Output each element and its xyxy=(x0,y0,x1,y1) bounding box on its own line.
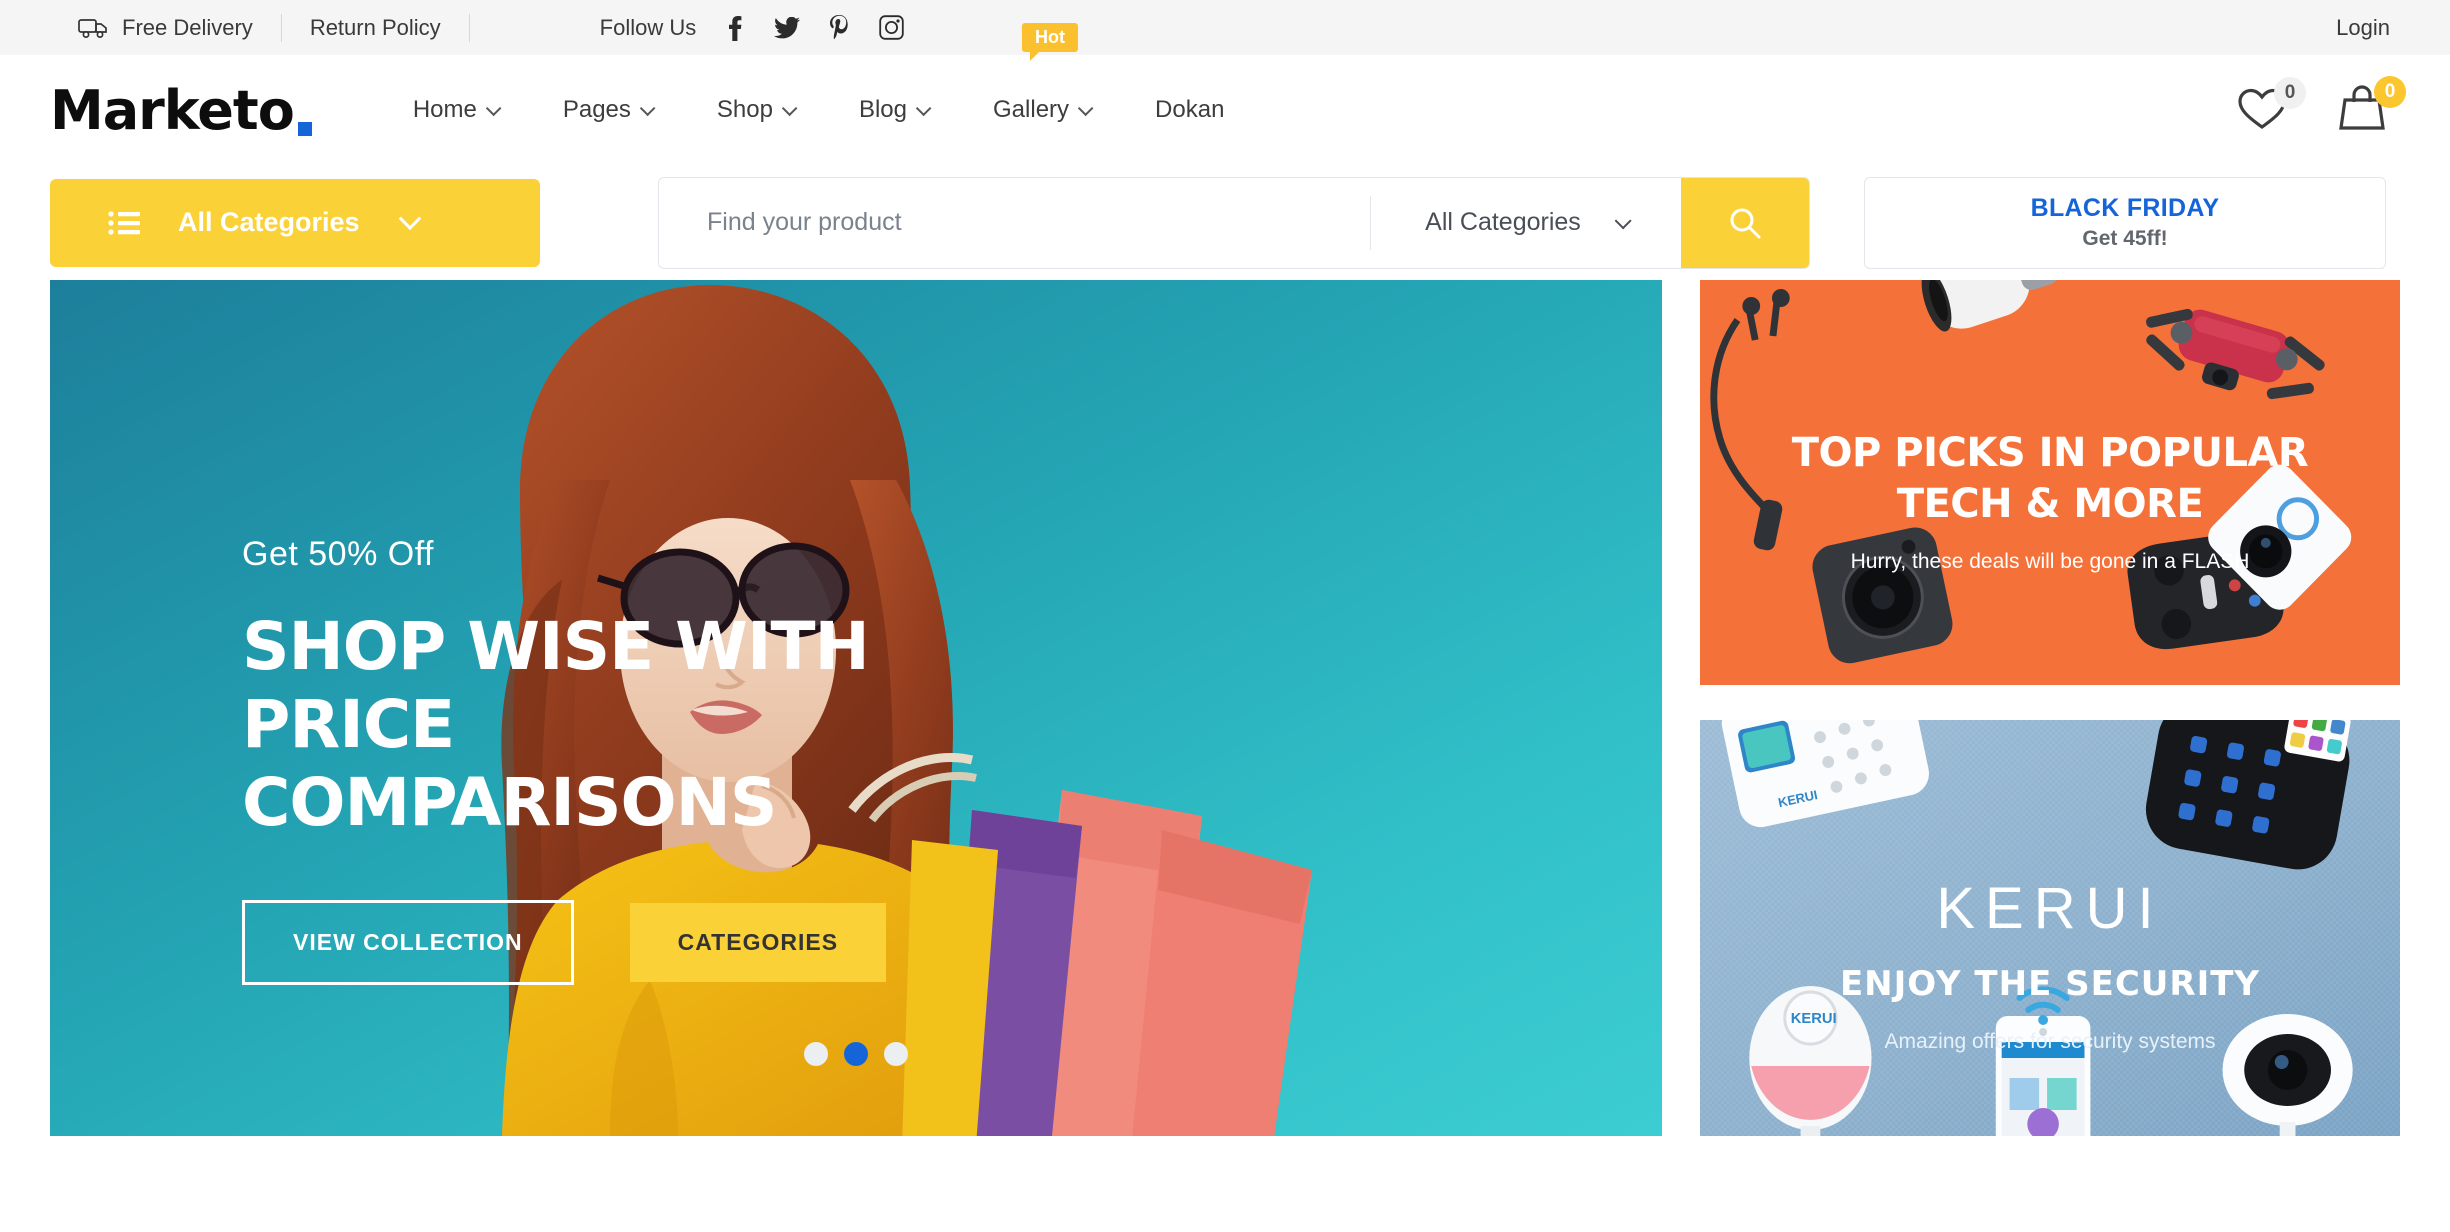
header-actions: 0 0 xyxy=(2236,75,2406,137)
login-link[interactable]: Login xyxy=(2336,15,2400,41)
categories-button[interactable]: CATEGORIES xyxy=(629,902,887,982)
instagram-icon[interactable] xyxy=(878,13,904,43)
nav-label: Pages xyxy=(562,96,631,123)
right-promo-column: TOP PICKS IN POPULAR TECH & MORE Hurry, … xyxy=(1700,280,2400,1136)
view-collection-button[interactable]: VIEW COLLECTION xyxy=(242,899,574,985)
slider-dot-1[interactable] xyxy=(804,1042,828,1066)
content-area: Get 50% Off SHOP WISE WITH PRICE COMPARI… xyxy=(0,280,2450,1136)
divider xyxy=(468,13,470,42)
tech-subtitle: Hurry, these deals will be gone in a FLA… xyxy=(1850,550,2250,574)
all-categories-button[interactable]: All Categories xyxy=(50,178,540,267)
kerui-brand: KERUI xyxy=(1936,876,2164,941)
follow-us-label: Follow Us xyxy=(599,14,697,40)
search-category-select[interactable]: All Categories xyxy=(1371,178,1681,268)
return-policy-label: Return Policy xyxy=(309,14,441,40)
logo-accent-dot xyxy=(297,121,312,136)
nav-label: Shop xyxy=(716,96,773,123)
hero-kicker: Get 50% Off xyxy=(242,535,434,573)
follow-us-group: Follow Us xyxy=(600,13,905,43)
wishlist-button[interactable]: 0 xyxy=(2236,76,2306,136)
chevron-down-icon xyxy=(1614,211,1632,229)
search-submit-button[interactable] xyxy=(1681,177,1809,268)
chevron-down-icon xyxy=(485,100,502,116)
main-navigation: Home Pages Shop Blog Hot Gallery Dokan xyxy=(380,23,1258,165)
hot-badge: Hot xyxy=(1021,23,1078,61)
tech-headline-line1: TOP PICKS IN POPULAR xyxy=(1791,430,2309,476)
truck-icon xyxy=(78,17,108,39)
chevron-down-icon xyxy=(639,100,656,116)
security-subtitle: Amazing offers for security systems xyxy=(1884,1030,2216,1053)
nav-label: Dokan xyxy=(1155,96,1225,123)
twitter-icon[interactable] xyxy=(774,13,801,43)
nav-label: Gallery xyxy=(993,96,1070,123)
facebook-icon[interactable] xyxy=(722,13,748,43)
slider-dot-3[interactable] xyxy=(884,1042,908,1066)
wishlist-count-badge: 0 xyxy=(2274,76,2306,109)
top-bar: Free Delivery Return Policy Follow Us Lo… xyxy=(0,0,2450,55)
hero-text-block: Get 50% Off SHOP WISE WITH PRICE COMPARI… xyxy=(242,535,982,985)
free-delivery-label: Free Delivery xyxy=(122,14,253,40)
nav-label: Blog xyxy=(858,96,908,123)
promo-title: BLACK FRIDAY xyxy=(2030,194,2220,222)
nav-item-home[interactable]: Home xyxy=(380,55,530,165)
promo-tech-banner[interactable]: TOP PICKS IN POPULAR TECH & MORE Hurry, … xyxy=(1700,280,2400,685)
logo-text: Marketo xyxy=(50,78,295,142)
cart-count-badge: 0 xyxy=(2374,75,2406,108)
hero-slider[interactable]: Get 50% Off SHOP WISE WITH PRICE COMPARI… xyxy=(50,280,1662,1136)
search-box: All Categories xyxy=(658,176,1810,269)
tech-headline-line2: TECH & MORE xyxy=(1896,481,2204,528)
security-headline: ENJOY THE SECURITY xyxy=(1839,964,2261,1004)
black-friday-promo[interactable]: BLACK FRIDAY Get 45ff! xyxy=(1864,176,2386,269)
tech-text-block: TOP PICKS IN POPULAR TECH & MORE Hurry, … xyxy=(1700,428,2400,574)
nav-item-blog[interactable]: Blog xyxy=(826,55,960,165)
search-category-value: All Categories xyxy=(1425,208,1581,236)
nav-item-dokan[interactable]: Dokan xyxy=(1122,55,1257,165)
cart-button[interactable]: 0 xyxy=(2336,75,2406,137)
hero-buttons: VIEW COLLECTION CATEGORIES xyxy=(242,899,982,985)
nav-label: Home xyxy=(412,96,477,123)
pinterest-icon[interactable] xyxy=(826,13,852,43)
nav-item-gallery[interactable]: Hot Gallery xyxy=(960,23,1122,165)
hero-title: SHOP WISE WITH PRICE COMPARISONS xyxy=(242,608,870,841)
security-text-block: KERUI ENJOY THE SECURITY Amazing offers … xyxy=(1700,875,2400,1054)
promo-subtitle: Get 45ff! xyxy=(2082,227,2168,250)
site-logo[interactable]: Marketo xyxy=(50,79,312,142)
chevron-down-icon xyxy=(915,100,932,116)
all-categories-label: All Categories xyxy=(178,207,360,237)
promo-security-banner[interactable]: KERUI KERUI KERUI ENJOY THE SECURITY Ama… xyxy=(1700,720,2400,1136)
slider-dot-2[interactable] xyxy=(844,1042,868,1066)
chevron-down-icon xyxy=(781,100,798,116)
chevron-down-icon xyxy=(398,206,421,230)
nav-item-pages[interactable]: Pages xyxy=(530,55,684,165)
search-input[interactable] xyxy=(659,177,1370,268)
chevron-down-icon xyxy=(1077,100,1094,116)
slider-dots xyxy=(804,1042,908,1066)
return-policy-link[interactable]: Return Policy xyxy=(282,15,469,41)
main-header: Marketo Home Pages Shop Blog Hot Gallery… xyxy=(0,23,2450,165)
nav-item-shop[interactable]: Shop xyxy=(684,55,826,165)
list-icon xyxy=(108,210,140,236)
free-delivery-link[interactable]: Free Delivery xyxy=(50,15,281,41)
search-icon xyxy=(1730,208,1761,238)
search-row: All Categories All Categories BLACK FRID… xyxy=(0,165,2450,280)
